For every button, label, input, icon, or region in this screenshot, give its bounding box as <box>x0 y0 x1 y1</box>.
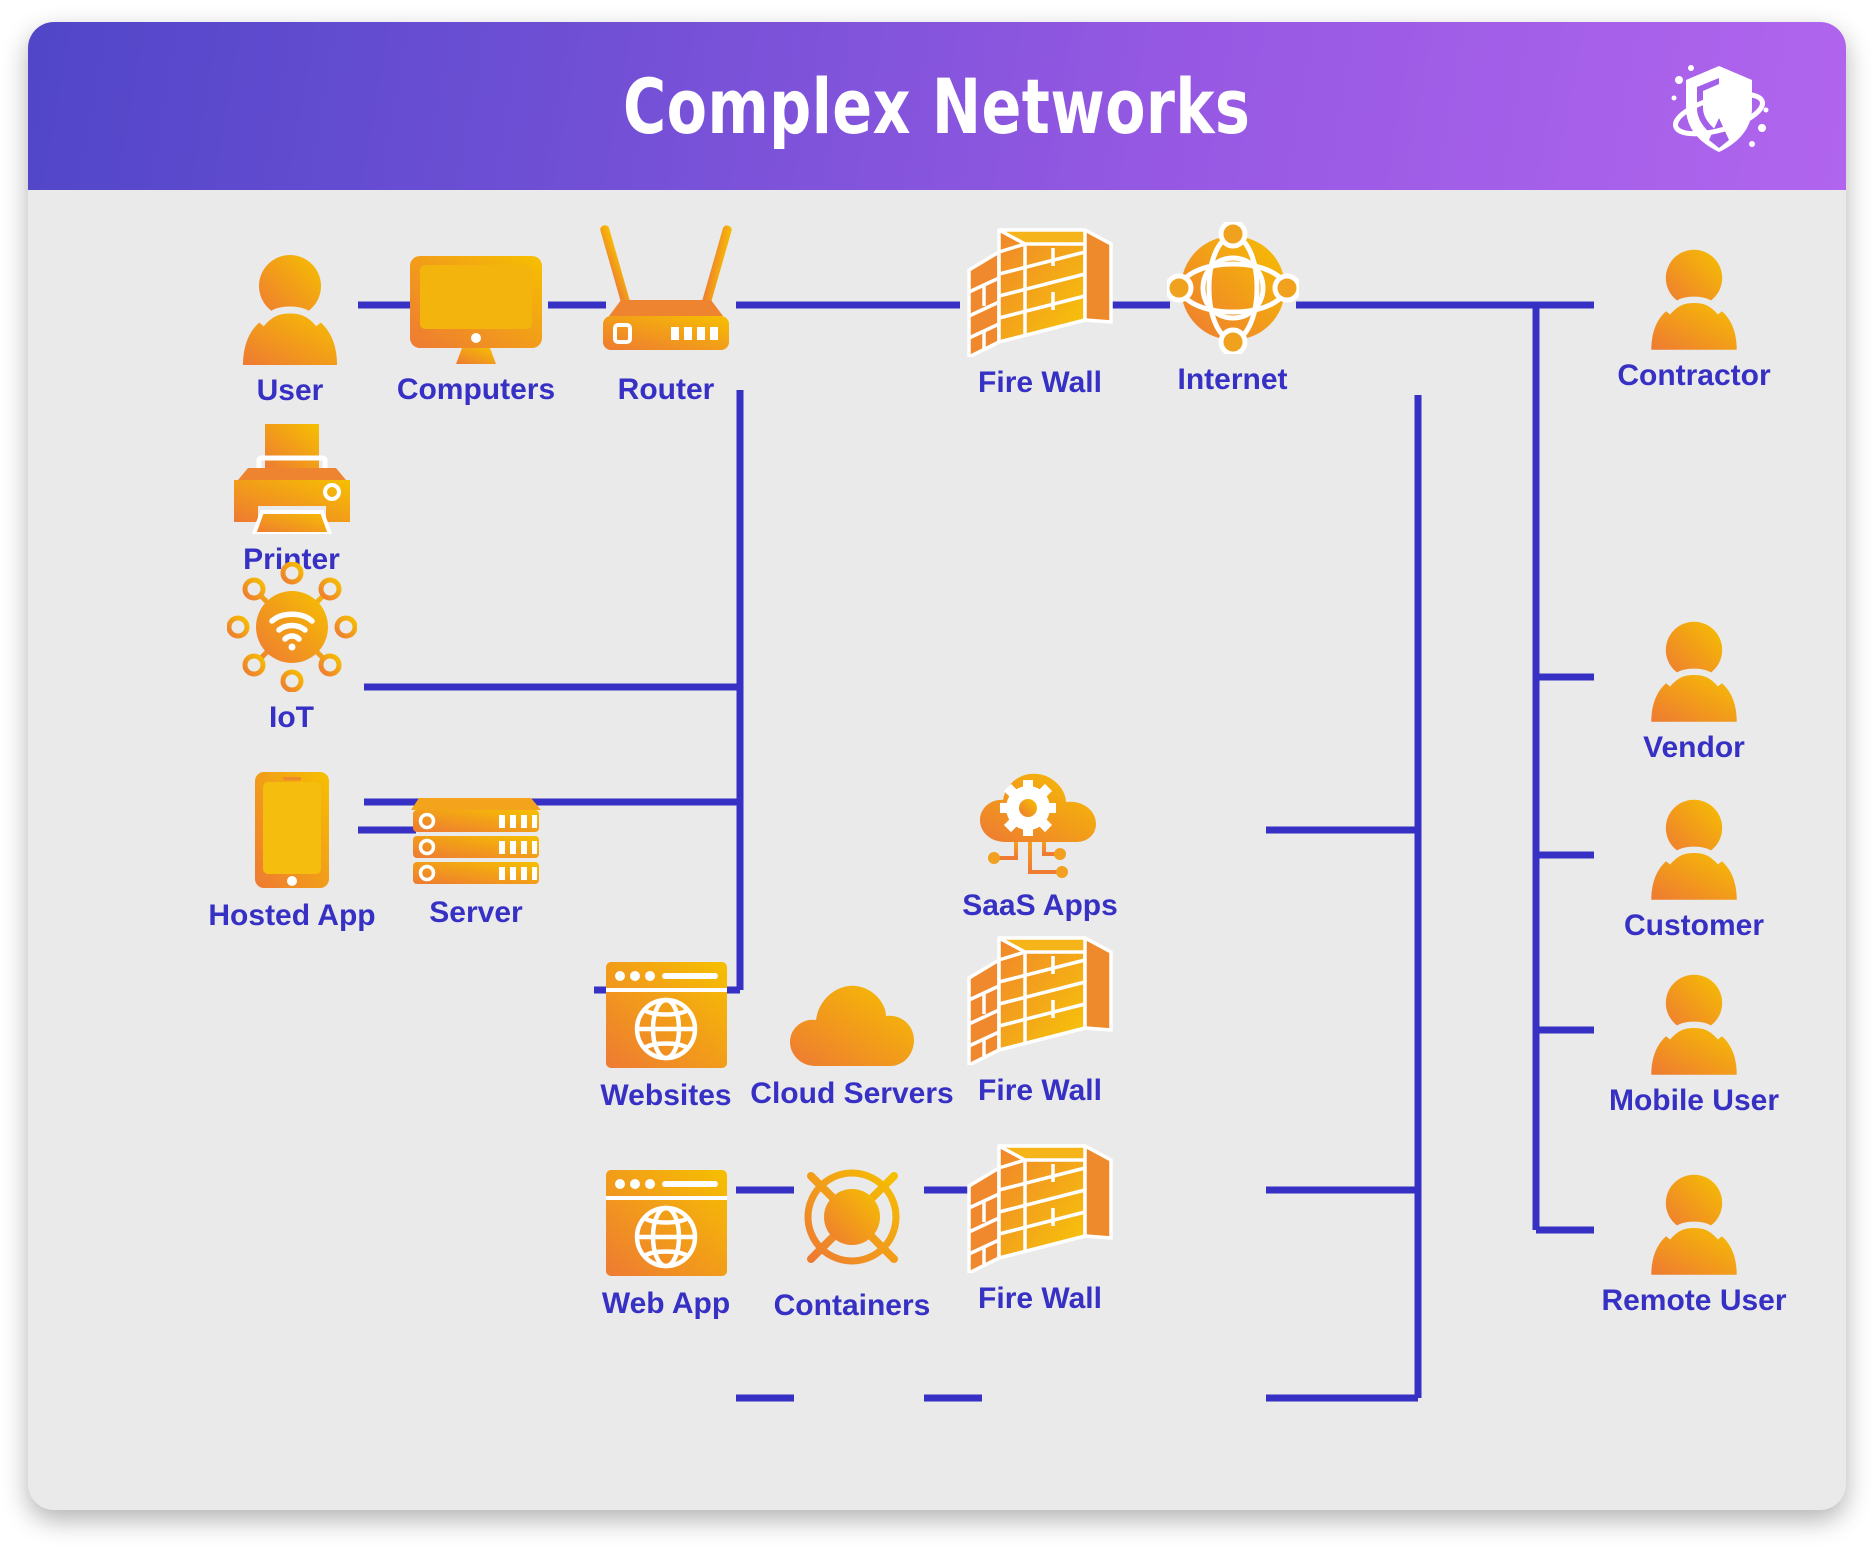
printer-icon <box>233 424 350 534</box>
cloud-icon <box>790 985 914 1066</box>
node-firewall-top[interactable]: Fire Wall <box>960 222 1120 399</box>
node-label: Internet <box>1177 363 1288 396</box>
node-label: Cloud Servers <box>750 1077 954 1110</box>
node-contractor[interactable]: Contractor <box>1594 245 1794 392</box>
node-web-app[interactable]: Web App <box>586 1168 746 1320</box>
cloud-gear-icon <box>979 773 1096 878</box>
node-label: Remote User <box>1601 1284 1787 1317</box>
node-label: Hosted App <box>208 899 376 932</box>
node-label: IoT <box>269 701 314 734</box>
page-title: Complex Networks <box>623 61 1251 151</box>
person-icon <box>243 255 337 365</box>
node-label: Web App <box>601 1287 731 1320</box>
node-label: Containers <box>773 1289 931 1322</box>
node-remote-user[interactable]: Remote User <box>1594 1170 1794 1317</box>
node-label: Vendor <box>1643 731 1745 764</box>
shield-orbit-icon <box>1671 65 1769 152</box>
browser-globe-icon <box>605 962 727 1068</box>
globe-network-icon <box>1166 222 1299 354</box>
person-icon <box>1651 249 1737 350</box>
node-firewall-bottom[interactable]: Fire Wall <box>960 1138 1120 1315</box>
node-label: Router <box>617 373 715 406</box>
node-saas-apps[interactable]: SaaS Apps <box>960 770 1120 922</box>
iot-wifi-icon <box>226 562 357 692</box>
network-diagram: User Computers Router Fire Wall Internet… <box>28 190 1846 1510</box>
node-router[interactable]: Router <box>586 212 746 406</box>
person-icon <box>1651 974 1737 1075</box>
person-icon <box>1651 799 1737 900</box>
brick-wall-icon <box>967 228 1113 357</box>
monitor-icon <box>410 256 542 364</box>
node-user[interactable]: User <box>230 250 350 407</box>
node-printer[interactable]: Printer <box>224 422 359 576</box>
node-iot[interactable]: IoT <box>224 562 359 734</box>
helm-wheel-icon <box>789 1155 915 1280</box>
node-label: Fire Wall <box>978 1074 1102 1107</box>
mobile-phone-icon <box>255 772 329 888</box>
diagram-card: Complex Networks User Computers Router F… <box>28 22 1846 1510</box>
node-customer[interactable]: Customer <box>1594 795 1794 942</box>
node-cloud-servers[interactable]: Cloud Servers <box>750 980 954 1110</box>
node-hosted-app[interactable]: Hosted App <box>208 770 376 932</box>
node-label: Websites <box>600 1079 732 1112</box>
node-label: Fire Wall <box>978 366 1102 399</box>
node-internet[interactable]: Internet <box>1160 222 1305 396</box>
node-server[interactable]: Server <box>396 782 556 929</box>
router-icon <box>600 225 732 350</box>
brick-wall-icon <box>967 1144 1113 1273</box>
node-label: Computers <box>396 373 556 406</box>
server-rack-icon <box>411 798 541 884</box>
node-vendor[interactable]: Vendor <box>1594 617 1794 764</box>
node-label: SaaS Apps <box>962 889 1118 922</box>
person-icon <box>1651 1174 1737 1275</box>
node-label: Customer <box>1623 909 1765 942</box>
node-firewall-mid[interactable]: Fire Wall <box>960 930 1120 1107</box>
node-mobile-user[interactable]: Mobile User <box>1594 970 1794 1117</box>
node-label: Server <box>429 896 523 929</box>
node-websites[interactable]: Websites <box>586 960 746 1112</box>
screenshot-canvas: Complex Networks User Computers Router F… <box>0 0 1875 1555</box>
node-label: Contractor <box>1617 359 1771 392</box>
node-label: User <box>256 374 324 407</box>
node-containers[interactable]: Containers <box>772 1155 932 1322</box>
node-label: Mobile User <box>1608 1084 1780 1117</box>
browser-globe-icon <box>605 1170 727 1276</box>
node-computers[interactable]: Computers <box>396 252 556 406</box>
person-icon <box>1651 621 1737 722</box>
node-label: Fire Wall <box>978 1282 1102 1315</box>
brick-wall-icon <box>967 936 1113 1065</box>
header-bar: Complex Networks <box>28 22 1846 190</box>
